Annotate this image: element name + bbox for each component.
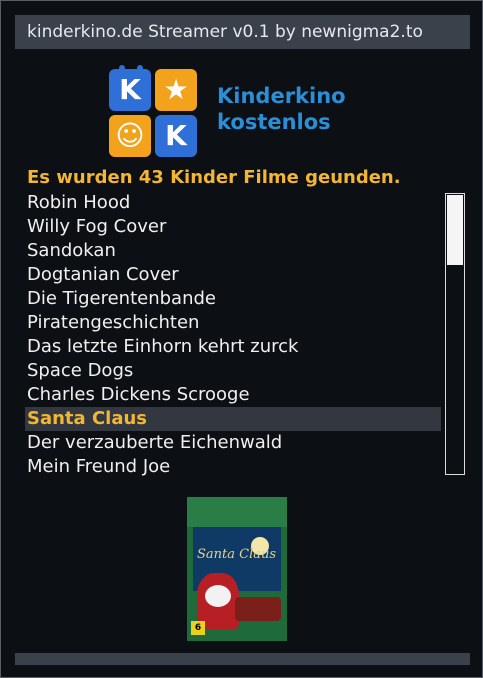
window-bottom-bar bbox=[15, 653, 470, 665]
movie-list-item[interactable]: Piratengeschichten bbox=[25, 311, 441, 335]
fsk-rating-badge: 6 bbox=[191, 621, 205, 635]
main-content: K ★ ☺ K Kinderkino kostenlos Es wurden 4… bbox=[15, 49, 470, 653]
movie-list-item[interactable]: Sandokan bbox=[25, 239, 441, 263]
logo-wordmark: Kinderkino kostenlos bbox=[217, 83, 346, 135]
movie-list[interactable]: Robin Hood Willy Fog Cover Sandokan Dogtani… bbox=[25, 191, 441, 479]
movie-list-item[interactable]: Charles Dickens Scrooge bbox=[25, 383, 441, 407]
kinderkino-logo: K ★ ☺ K Kinderkino kostenlos bbox=[109, 65, 359, 157]
star-icon: ★ bbox=[155, 69, 197, 111]
logo-line-1: Kinderkino bbox=[217, 84, 346, 108]
movie-list-item[interactable]: Der verzauberte Eichenwald bbox=[25, 431, 441, 455]
movie-list-item[interactable]: Mein Freund Joe bbox=[25, 455, 441, 479]
app-window: kinderkino.de Streamer v0.1 by newnigma2… bbox=[0, 0, 483, 678]
list-scrollbar[interactable] bbox=[445, 193, 465, 475]
window-title: kinderkino.de Streamer v0.1 by newnigma2… bbox=[27, 22, 423, 42]
sleigh-figure bbox=[235, 597, 281, 621]
cover-title: Santa Claus bbox=[197, 547, 277, 562]
logo-tile-k: K bbox=[109, 69, 151, 111]
movie-list-item[interactable]: Robin Hood bbox=[25, 191, 441, 215]
smiley-icon: ☺ bbox=[109, 115, 151, 157]
movie-list-item[interactable]: Space Dogs bbox=[25, 359, 441, 383]
scrollbar-thumb[interactable] bbox=[447, 195, 463, 265]
logo-line-2: kostenlos bbox=[217, 110, 331, 134]
movie-list-item[interactable]: Das letzte Einhorn kehrt zurck bbox=[25, 335, 441, 359]
movie-list-item[interactable]: Die Tigerentenbande bbox=[25, 287, 441, 311]
movie-list-item[interactable]: Santa Claus bbox=[25, 407, 441, 431]
status-message: Es wurden 43 Kinder Filme geunden. bbox=[27, 167, 401, 188]
window-title-bar: kinderkino.de Streamer v0.1 by newnigma2… bbox=[15, 15, 470, 49]
movie-list-item[interactable]: Dogtanian Cover bbox=[25, 263, 441, 287]
logo-tile-k: K bbox=[155, 115, 197, 157]
movie-cover-image: Santa Claus 6 bbox=[187, 497, 287, 641]
movie-list-item[interactable]: Willy Fog Cover bbox=[25, 215, 441, 239]
